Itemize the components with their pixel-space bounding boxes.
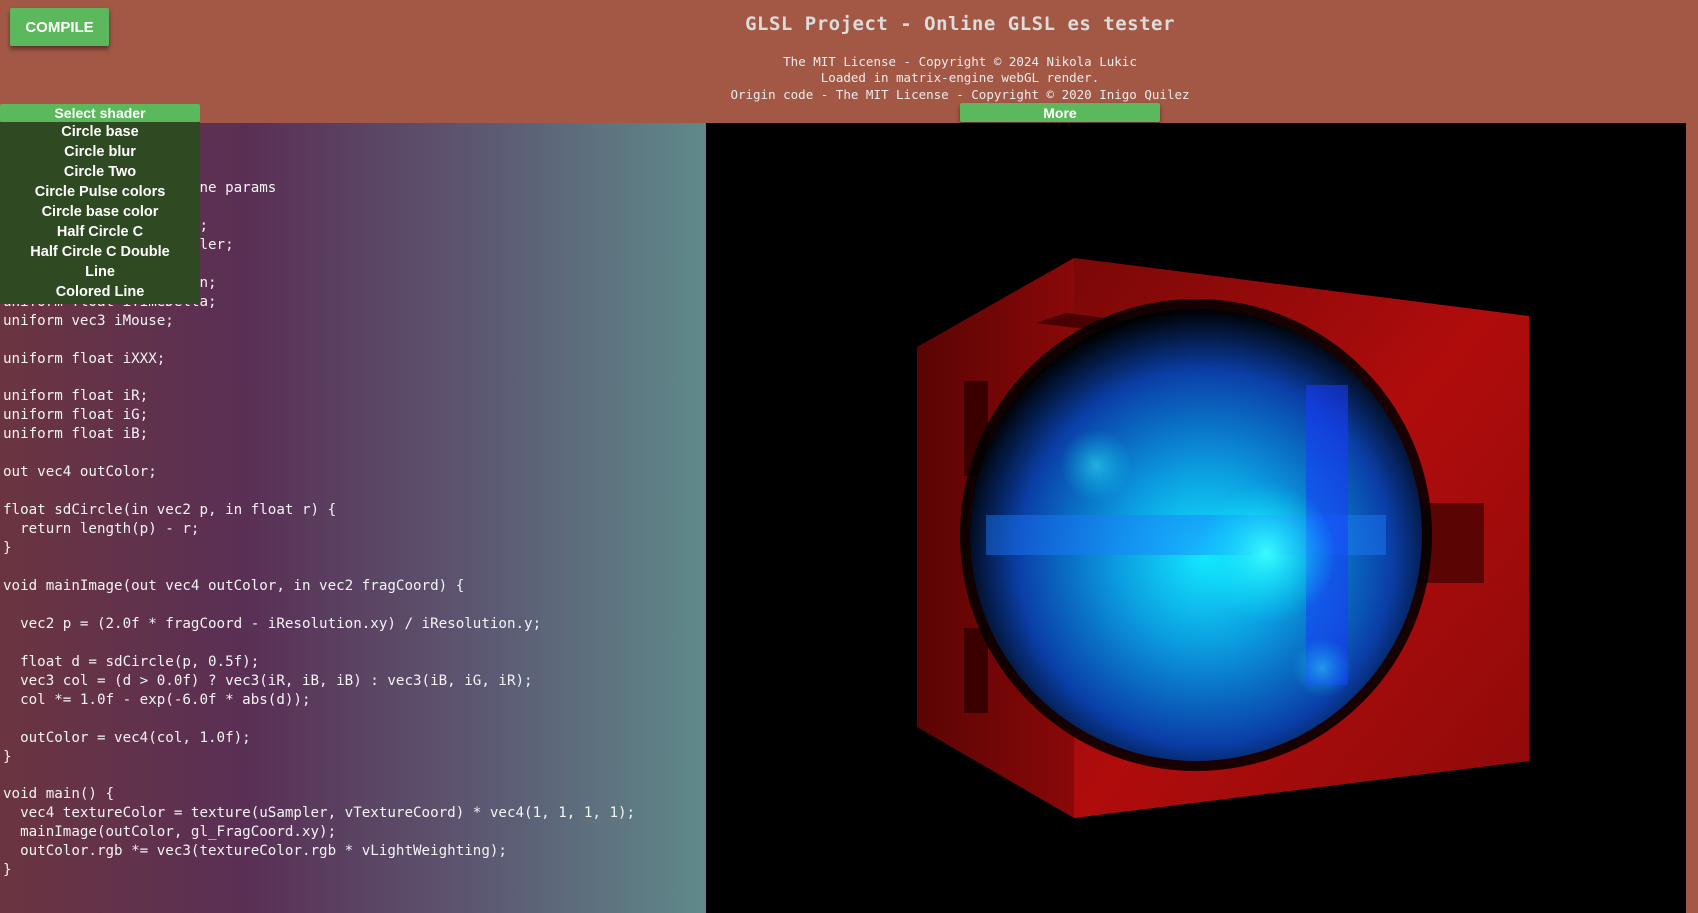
page-title: GLSL Project - Online GLSL es tester	[745, 13, 1175, 35]
license-line: The MIT License - Copyright © 2024 Nikol…	[783, 54, 1137, 69]
shader-option[interactable]: Circle Two	[0, 162, 200, 182]
render-viewport	[917, 258, 1529, 818]
license-block: The MIT License - Copyright © 2024 Nikol…	[600, 54, 1320, 103]
shader-option[interactable]: Circle base color	[0, 202, 200, 222]
shader-option[interactable]: Line	[0, 262, 200, 282]
shader-option[interactable]: Half Circle C Double	[0, 242, 200, 262]
cube-left-slot-lower	[964, 628, 988, 713]
app-root: COMPILE GLSL Project - Online GLSL es te…	[0, 0, 1698, 913]
license-line: Origin code - The MIT License - Copyrigh…	[730, 86, 1190, 102]
select-shader-button[interactable]: Select shader	[0, 104, 200, 122]
more-button[interactable]: More	[960, 103, 1160, 122]
license-line: Loaded in matrix-engine webGL render.	[820, 70, 1100, 86]
shader-option[interactable]: Colored Line	[0, 282, 200, 302]
shader-dropdown-menu: Circle base Circle blur Circle Two Circle P…	[0, 122, 200, 304]
compile-button[interactable]: COMPILE	[10, 8, 109, 46]
shader-option[interactable]: Half Circle C	[0, 222, 200, 242]
sphere-highlight	[1196, 483, 1336, 623]
sphere-highlight-small	[1292, 638, 1352, 698]
sphere-highlight-small	[1060, 429, 1132, 501]
shader-option[interactable]: Circle blur	[0, 142, 200, 162]
shader-option[interactable]: Circle Pulse colors	[0, 182, 200, 202]
shader-option[interactable]: Circle base	[0, 122, 200, 142]
header-bar: COMPILE GLSL Project - Online GLSL es te…	[0, 0, 1698, 123]
webgl-canvas[interactable]	[706, 123, 1686, 913]
